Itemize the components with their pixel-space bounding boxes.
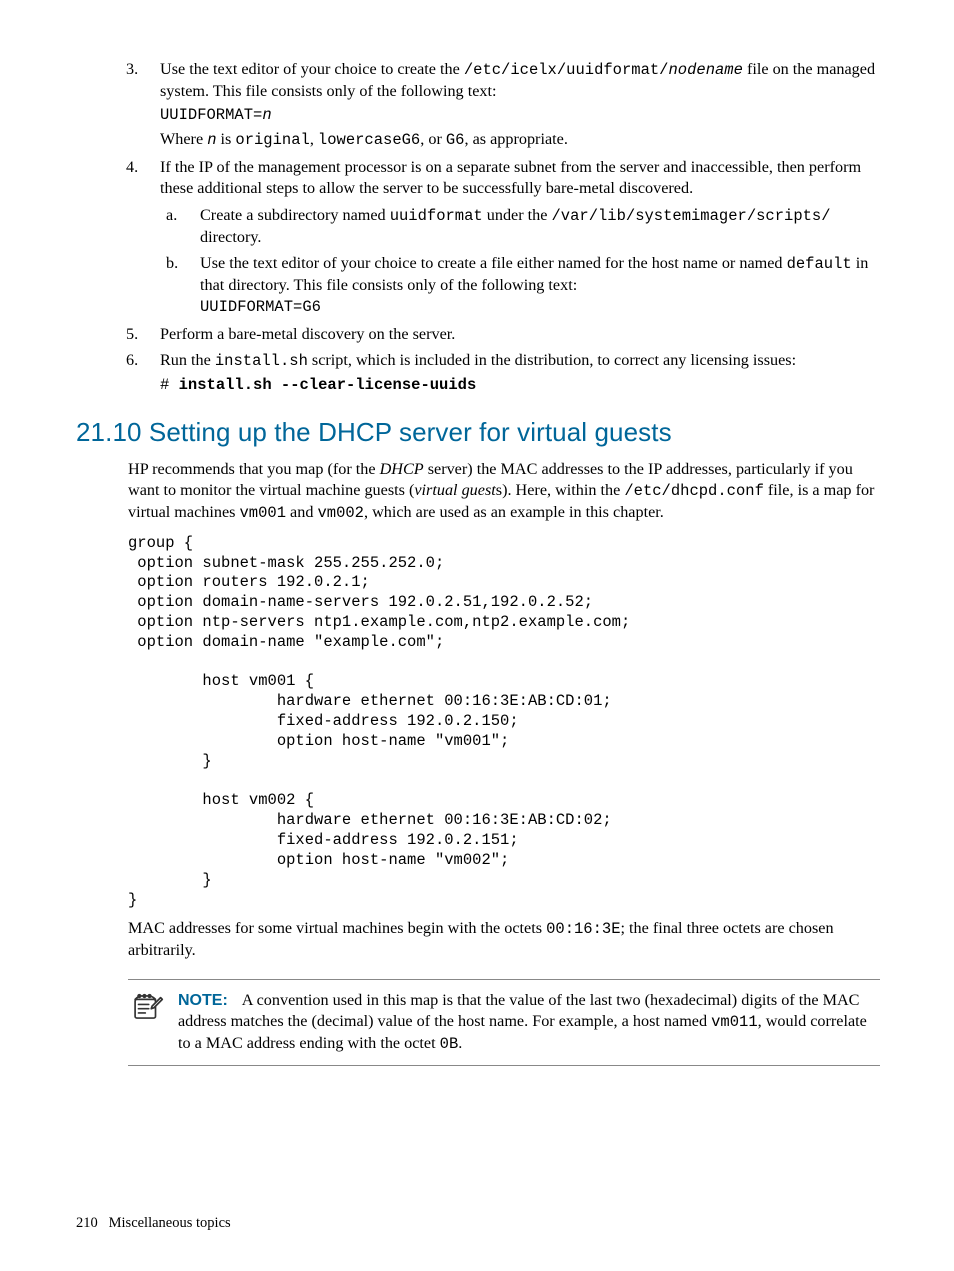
path-text: /etc/icelx/uuidformat/ bbox=[464, 61, 669, 79]
term: DHCP bbox=[380, 460, 424, 478]
host: vm011 bbox=[711, 1013, 758, 1031]
note-label: NOTE: bbox=[178, 992, 228, 1009]
section-heading: 21.10 Setting up the DHCP server for vir… bbox=[76, 416, 880, 449]
command: install.sh --clear-license-uuids bbox=[179, 376, 477, 394]
note-icon bbox=[130, 992, 164, 1022]
var: n bbox=[207, 131, 216, 149]
code-line: UUIDFORMAT=G6 bbox=[200, 298, 880, 318]
step5-text: Perform a bare-metal discovery on the se… bbox=[160, 324, 880, 345]
note-block: NOTE:A convention used in this map is th… bbox=[128, 979, 880, 1066]
list-item-6: Run the install.sh script, which is incl… bbox=[160, 350, 880, 396]
term: virtual guest bbox=[414, 481, 495, 499]
vm: vm001 bbox=[239, 504, 286, 522]
octet: 0B bbox=[440, 1035, 459, 1053]
step6-text: Run the install.sh script, which is incl… bbox=[160, 350, 880, 372]
text: script, which is included in the distrib… bbox=[308, 351, 796, 369]
list-item-3: Use the text editor of your choice to cr… bbox=[160, 59, 880, 151]
filename: default bbox=[787, 255, 852, 273]
dhcp-config-code: group { option subnet-mask 255.255.252.0… bbox=[128, 534, 880, 911]
text: under the bbox=[483, 206, 552, 224]
page-footer: 210 Miscellaneous topics bbox=[76, 1214, 231, 1233]
code: UUIDFORMAT= bbox=[160, 106, 262, 124]
text: , bbox=[310, 130, 318, 148]
value: original bbox=[235, 131, 309, 149]
page: Use the text editor of your choice to cr… bbox=[0, 0, 954, 1271]
text: s). Here, within the bbox=[496, 481, 625, 499]
ordered-list: Use the text editor of your choice to cr… bbox=[76, 59, 880, 396]
section-p2: MAC addresses for some virtual machines … bbox=[128, 918, 880, 961]
octets: 00:16:3E bbox=[546, 920, 620, 938]
step3-text: Use the text editor of your choice to cr… bbox=[160, 59, 880, 102]
script: install.sh bbox=[215, 352, 308, 370]
step4-text: If the IP of the management processor is… bbox=[160, 157, 880, 198]
code-line: UUIDFORMAT=n bbox=[160, 106, 880, 126]
footer-title: Miscellaneous topics bbox=[109, 1215, 231, 1231]
value: lowercaseG6 bbox=[318, 131, 420, 149]
text: Where bbox=[160, 130, 207, 148]
dirname: uuidformat bbox=[390, 207, 483, 225]
text: Use the text editor of your choice to cr… bbox=[200, 254, 787, 272]
list-item-4: If the IP of the management processor is… bbox=[160, 157, 880, 317]
value: G6 bbox=[446, 131, 465, 149]
text: HP recommends that you map (for the bbox=[128, 460, 380, 478]
text: Run the bbox=[160, 351, 215, 369]
vm: vm002 bbox=[317, 504, 364, 522]
text: Use the text editor of your choice to cr… bbox=[160, 60, 464, 78]
text: . bbox=[458, 1034, 462, 1052]
text: , as appropriate. bbox=[464, 130, 567, 148]
command-line: # install.sh --clear-license-uuids bbox=[160, 376, 880, 396]
note-body: NOTE:A convention used in this map is th… bbox=[178, 990, 880, 1055]
prompt: # bbox=[160, 376, 179, 394]
text: directory. bbox=[200, 228, 261, 246]
list-item-5: Perform a bare-metal discovery on the se… bbox=[160, 324, 880, 345]
section-p1: HP recommends that you map (for the DHCP… bbox=[128, 459, 880, 523]
text: , which are used as an example in this c… bbox=[364, 503, 664, 521]
sub-item-a: Create a subdirectory named uuidformat u… bbox=[200, 205, 880, 248]
page-number: 210 bbox=[76, 1215, 98, 1231]
text: is bbox=[217, 130, 236, 148]
section-body: HP recommends that you map (for the DHCP… bbox=[128, 459, 880, 1066]
step3-where: Where n is original, lowercaseG6, or G6,… bbox=[160, 129, 880, 151]
sub-list: Create a subdirectory named uuidformat u… bbox=[160, 205, 880, 318]
text: and bbox=[286, 503, 317, 521]
sub-item-b: Use the text editor of your choice to cr… bbox=[200, 253, 880, 317]
path-var: nodename bbox=[668, 61, 742, 79]
path: /etc/dhcpd.conf bbox=[624, 482, 764, 500]
path: /var/lib/systemimager/scripts/ bbox=[551, 207, 830, 225]
text: MAC addresses for some virtual machines … bbox=[128, 919, 546, 937]
code-var: n bbox=[262, 106, 271, 124]
text: Create a subdirectory named bbox=[200, 206, 390, 224]
text: , or bbox=[420, 130, 446, 148]
